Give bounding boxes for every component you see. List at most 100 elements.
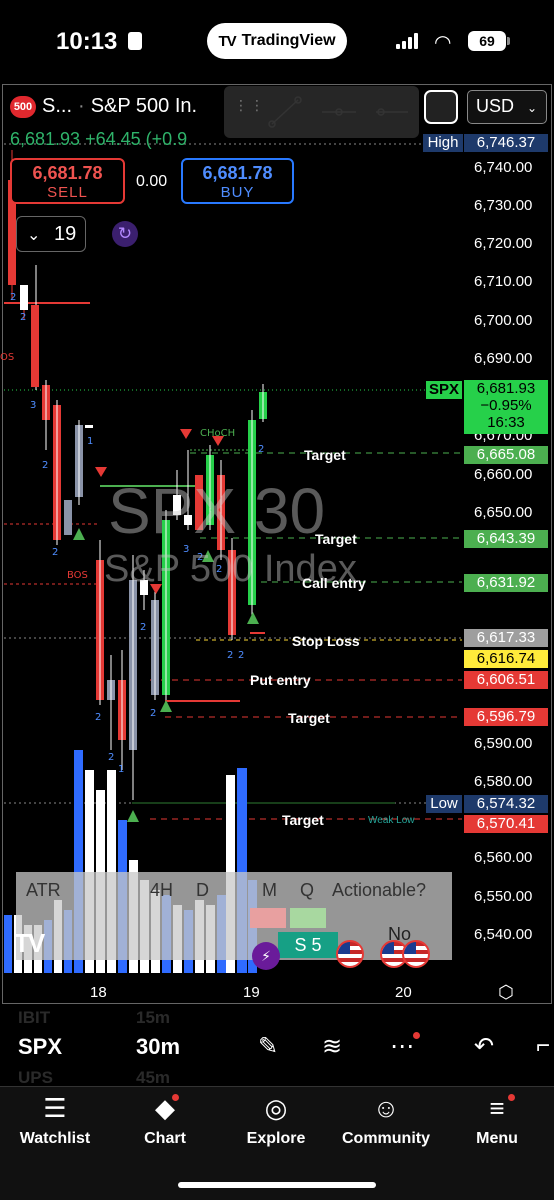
tab-label: Chart bbox=[144, 1130, 186, 1147]
tab-menu[interactable]: ≡ Menu bbox=[442, 1090, 552, 1148]
tab-watchlist[interactable]: ☰ Watchlist bbox=[0, 1090, 110, 1148]
tab-community[interactable]: ☺ Community bbox=[331, 1090, 441, 1148]
put-entry-tag: 6,606.51 bbox=[464, 671, 548, 689]
svg-text:OS: OS bbox=[0, 352, 14, 363]
price-axis-label: 6,580.00 bbox=[474, 773, 533, 790]
compass-icon: ◎ bbox=[264, 1093, 288, 1123]
target3-tag: 6,596.79 bbox=[464, 708, 548, 726]
undo-icon[interactable]: ↶ bbox=[474, 1032, 494, 1061]
spx-change: −0.95% bbox=[480, 397, 532, 414]
svg-text:1: 1 bbox=[87, 436, 93, 447]
svg-text:2: 2 bbox=[108, 752, 114, 763]
svg-text:2: 2 bbox=[140, 622, 146, 633]
notification-dot bbox=[508, 1094, 515, 1101]
tab-label: Menu bbox=[476, 1130, 518, 1147]
price-axis-label: 6,660.00 bbox=[474, 466, 533, 483]
buy-price: 6,681.78 bbox=[202, 163, 273, 183]
spx-countdown: 16:33 bbox=[487, 414, 525, 431]
lightning-icon[interactable]: ⚡ bbox=[252, 942, 280, 970]
drawing-tools-panel[interactable]: ⋮⋮ bbox=[224, 86, 419, 138]
menu-icon: ≡ bbox=[489, 1093, 505, 1123]
svg-text:2: 2 bbox=[227, 650, 233, 661]
call-entry-label: Call entry bbox=[302, 575, 366, 591]
low-tag-value: 6,574.32 bbox=[464, 795, 548, 813]
mtf-header: D bbox=[196, 880, 209, 900]
sync-icon[interactable]: ↻ bbox=[112, 221, 138, 247]
sell-price: 6,681.78 bbox=[32, 163, 103, 183]
more-icon[interactable]: ⋯ bbox=[390, 1032, 414, 1061]
svg-text:2: 2 bbox=[52, 547, 58, 558]
tab-label: Explore bbox=[246, 1130, 306, 1147]
svg-text:2: 2 bbox=[20, 312, 26, 323]
interval-picker[interactable]: 30m bbox=[136, 1034, 180, 1060]
community-icon: ☺ bbox=[372, 1093, 400, 1123]
price-axis-label: 6,650.00 bbox=[474, 504, 533, 521]
symbol-name: S&P 500 In. bbox=[90, 95, 198, 117]
tab-chart[interactable]: ◆ Chart bbox=[110, 1090, 220, 1148]
ghost-interval-below: 45m bbox=[136, 1068, 171, 1087]
svg-text:2: 2 bbox=[238, 650, 244, 661]
call-entry-tag: 6,631.92 bbox=[464, 574, 548, 592]
mtf-header: M bbox=[262, 880, 277, 900]
ghost-interval-above: 15m bbox=[136, 1008, 171, 1027]
price-axis-label: 6,740.00 bbox=[474, 159, 533, 176]
tab-explore[interactable]: ◎ Explore bbox=[221, 1090, 331, 1148]
tab-label: Watchlist bbox=[19, 1130, 91, 1147]
drawing-tools-icon[interactable]: ≋ bbox=[322, 1032, 342, 1061]
us-flag-icon[interactable] bbox=[402, 940, 430, 968]
interval-selector[interactable]: ⌄ 19 bbox=[16, 216, 86, 252]
high-tag-value: 6,746.37 bbox=[464, 134, 548, 152]
svg-text:2: 2 bbox=[258, 444, 264, 455]
spx-price: 6,681.93 bbox=[476, 380, 536, 397]
target-label: Target bbox=[304, 447, 346, 463]
symbol-watermark: SPX 30 bbox=[108, 475, 326, 547]
home-indicator bbox=[178, 1182, 376, 1188]
target2-tag: 6,643.39 bbox=[464, 530, 548, 548]
price-axis-label: 6,730.00 bbox=[474, 197, 533, 214]
quote-line: 6,681.93 +64.45 (+0.9 bbox=[10, 129, 188, 149]
chart-settings-icon[interactable]: ⬡ bbox=[498, 982, 520, 1004]
drag-handle-icon[interactable]: ⋮⋮ bbox=[234, 98, 264, 112]
mtf-cell-green bbox=[290, 908, 326, 928]
price-axis-label: 6,720.00 bbox=[474, 235, 533, 252]
target-label: Target bbox=[315, 531, 357, 547]
time-axis-label: 20 bbox=[395, 984, 412, 1001]
chevron-down-icon: ⌄ bbox=[27, 227, 41, 244]
symbol-picker[interactable]: SPX bbox=[18, 1034, 62, 1060]
mtf-s-value: S 5 bbox=[278, 932, 338, 958]
buy-label: BUY bbox=[220, 184, 255, 201]
price-axis-label: 6,690.00 bbox=[474, 350, 533, 367]
mtf-header: ATR bbox=[26, 880, 61, 900]
svg-text:CHoCH: CHoCH bbox=[200, 428, 235, 439]
currency-select[interactable]: USD ⌄ bbox=[467, 90, 547, 124]
price-axis-label: 6,540.00 bbox=[474, 926, 533, 943]
high-tag-label: High bbox=[423, 134, 463, 152]
svg-text:2: 2 bbox=[42, 460, 48, 471]
us-flag-icon[interactable] bbox=[336, 940, 364, 968]
price-axis-label: 6,700.00 bbox=[474, 312, 533, 329]
watchlist-icon: ☰ bbox=[43, 1093, 67, 1123]
chevron-down-icon: ⌄ bbox=[527, 101, 538, 115]
ghost-symbol-above: IBIT bbox=[18, 1008, 51, 1027]
buy-button[interactable]: 6,681.78 BUY bbox=[181, 158, 294, 204]
svg-text:2: 2 bbox=[10, 292, 16, 303]
sell-button[interactable]: 6,681.78 SELL bbox=[10, 158, 125, 204]
low-tag-label: Low bbox=[426, 795, 462, 813]
spread-value: 0.00 bbox=[136, 173, 168, 190]
price-axis-label: 6,590.00 bbox=[474, 735, 533, 752]
symbol-header[interactable]: 500 S... · S&P 500 In. bbox=[10, 95, 197, 118]
sell-label: SELL bbox=[47, 184, 88, 201]
notification-dot bbox=[413, 1032, 420, 1039]
pen-icon[interactable]: ✎ bbox=[258, 1032, 278, 1061]
stop-loss-label: Stop Loss bbox=[292, 633, 360, 649]
svg-text:2: 2 bbox=[95, 712, 101, 723]
put-entry-label: Put entry bbox=[250, 672, 311, 688]
reset-view-button[interactable] bbox=[424, 90, 458, 124]
redo-icon[interactable]: ⌐ bbox=[536, 1032, 550, 1060]
mtf-header: Q bbox=[300, 880, 315, 900]
target1-tag: 6,665.08 bbox=[464, 446, 548, 464]
ghost-symbol-below: UPS bbox=[18, 1068, 53, 1087]
svg-text:3: 3 bbox=[30, 400, 36, 411]
price-axis-label: 6,550.00 bbox=[474, 888, 533, 905]
target-label: Target bbox=[282, 812, 324, 828]
